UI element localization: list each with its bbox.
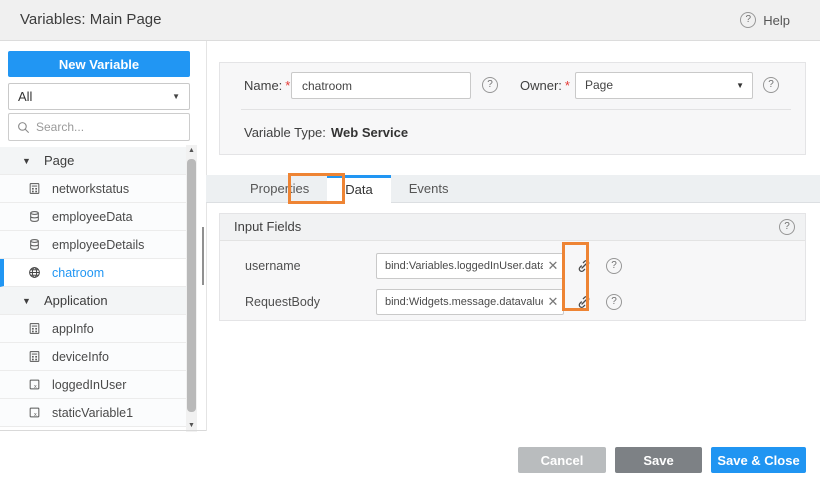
tab-events[interactable]: Events <box>391 175 467 203</box>
variable-form-panel: Name:* Owner:* Page ▼ Variable Type: Web… <box>219 62 806 155</box>
variables-sidebar: New Variable All ▼ ▼ Page networkstatus <box>0 41 197 431</box>
search-icon <box>17 121 30 134</box>
required-asterisk: * <box>285 78 290 93</box>
name-help-icon[interactable] <box>482 77 498 93</box>
web-service-globe-icon <box>28 266 42 280</box>
tab-bar: Properties Data Events <box>206 175 820 203</box>
form-divider <box>241 109 791 110</box>
input-fields-title: Input Fields <box>234 214 301 240</box>
panel-divider <box>206 41 207 431</box>
requestbody-bind-field: ✕ <box>376 289 564 315</box>
cancel-button[interactable]: Cancel <box>518 447 606 473</box>
save-and-close-button[interactable]: Save & Close <box>711 447 806 473</box>
static-variable-icon: x <box>28 378 42 392</box>
name-input[interactable] <box>291 72 471 99</box>
static-variable-icon: x <box>28 406 42 420</box>
tree-item-chatroom-selected[interactable]: chatroom <box>0 259 186 287</box>
username-bind-link-button[interactable] <box>572 253 596 279</box>
tab-data[interactable]: Data <box>327 175 390 203</box>
tree-section-label: Page <box>44 153 74 168</box>
tree-item-loggedInUser[interactable]: x loggedInUser <box>0 371 186 399</box>
owner-selected-value: Page <box>585 78 613 92</box>
input-field-row-username: username ✕ <box>220 253 805 279</box>
scroll-up-icon[interactable]: ▲ <box>186 145 197 157</box>
triangle-down-icon: ▼ <box>22 296 36 306</box>
requestbody-bind-link-button[interactable] <box>572 289 596 315</box>
link-icon <box>576 258 592 274</box>
help-label: Help <box>763 13 790 28</box>
owner-select[interactable]: Page ▼ <box>575 72 753 99</box>
tree-item-deviceInfo[interactable]: deviceInfo <box>0 343 186 371</box>
field-label: username <box>245 253 301 279</box>
tree-section-application[interactable]: ▼ Application <box>0 287 186 315</box>
tab-properties[interactable]: Properties <box>232 175 327 203</box>
search-input[interactable] <box>36 120 181 134</box>
variable-type-value: Web Service <box>331 121 408 145</box>
clear-icon[interactable]: ✕ <box>543 258 563 274</box>
service-variable-icon <box>28 238 42 252</box>
tree-item-label: appInfo <box>52 322 94 336</box>
requestbody-bind-input[interactable] <box>377 296 543 308</box>
device-variable-icon <box>28 350 42 364</box>
owner-label: Owner:* <box>520 72 570 99</box>
chevron-down-icon: ▼ <box>172 84 180 109</box>
page-title: Variables: Main Page <box>20 0 161 40</box>
new-variable-button[interactable]: New Variable <box>8 51 190 77</box>
username-help-icon[interactable] <box>606 258 622 274</box>
owner-help-icon[interactable] <box>763 77 779 93</box>
variable-filter-select[interactable]: All ▼ <box>8 83 190 110</box>
tree-item-employeeDetails[interactable]: employeeDetails <box>0 231 186 259</box>
tree-item-label: employeeData <box>52 210 133 224</box>
tree-section-page[interactable]: ▼ Page <box>0 147 186 175</box>
tree-item-staticVariable1[interactable]: x staticVariable1 <box>0 399 186 427</box>
variable-search[interactable] <box>8 113 190 141</box>
required-asterisk: * <box>565 78 570 93</box>
input-fields-header: Input Fields <box>220 214 805 241</box>
tree-item-networkstatus[interactable]: networkstatus <box>0 175 186 203</box>
chevron-down-icon: ▼ <box>736 73 744 98</box>
input-field-row-requestbody: RequestBody ✕ <box>220 289 805 315</box>
service-variable-icon <box>28 210 42 224</box>
scrollbar-thumb[interactable] <box>187 159 196 412</box>
title-bar: Variables: Main Page Help <box>0 0 820 41</box>
sidebar-bottom-border <box>0 430 206 431</box>
name-label: Name:* <box>244 72 290 99</box>
svg-text:x: x <box>34 412 37 418</box>
content-scrollbar-thumb[interactable] <box>202 227 204 285</box>
device-variable-icon <box>28 182 42 196</box>
save-button[interactable]: Save <box>615 447 702 473</box>
tree-item-label: deviceInfo <box>52 350 109 364</box>
input-fields-help-icon[interactable] <box>779 219 795 235</box>
tree-section-label: Application <box>44 293 108 308</box>
clear-icon[interactable]: ✕ <box>543 294 563 310</box>
tree-item-employeeData[interactable]: employeeData <box>0 203 186 231</box>
tree-item-label: loggedInUser <box>52 378 126 392</box>
svg-text:x: x <box>34 384 37 390</box>
tree-item-label: chatroom <box>52 266 104 280</box>
variables-tree: ▼ Page networkstatus employeeData emplo <box>0 147 186 427</box>
filter-selected-value: All <box>18 89 32 104</box>
requestbody-help-icon[interactable] <box>606 294 622 310</box>
variable-type-label: Variable Type: <box>244 121 326 145</box>
field-label: RequestBody <box>245 289 320 315</box>
triangle-down-icon: ▼ <box>22 156 36 166</box>
tree-item-label: employeeDetails <box>52 238 144 252</box>
tree-item-label: staticVariable1 <box>52 406 133 420</box>
variables-dialog: Variables: Main Page Help New Variable A… <box>0 0 820 489</box>
username-bind-field: ✕ <box>376 253 564 279</box>
username-bind-input[interactable] <box>377 260 543 272</box>
tree-item-appInfo[interactable]: appInfo <box>0 315 186 343</box>
help-icon <box>740 12 756 28</box>
sidebar-scrollbar[interactable]: ▲ ▼ <box>186 145 197 432</box>
help-button[interactable]: Help <box>740 0 790 40</box>
input-fields-panel: Input Fields username ✕ RequestBody ✕ <box>219 213 806 321</box>
tree-item-label: networkstatus <box>52 182 129 196</box>
link-icon <box>576 294 592 310</box>
device-variable-icon <box>28 322 42 336</box>
